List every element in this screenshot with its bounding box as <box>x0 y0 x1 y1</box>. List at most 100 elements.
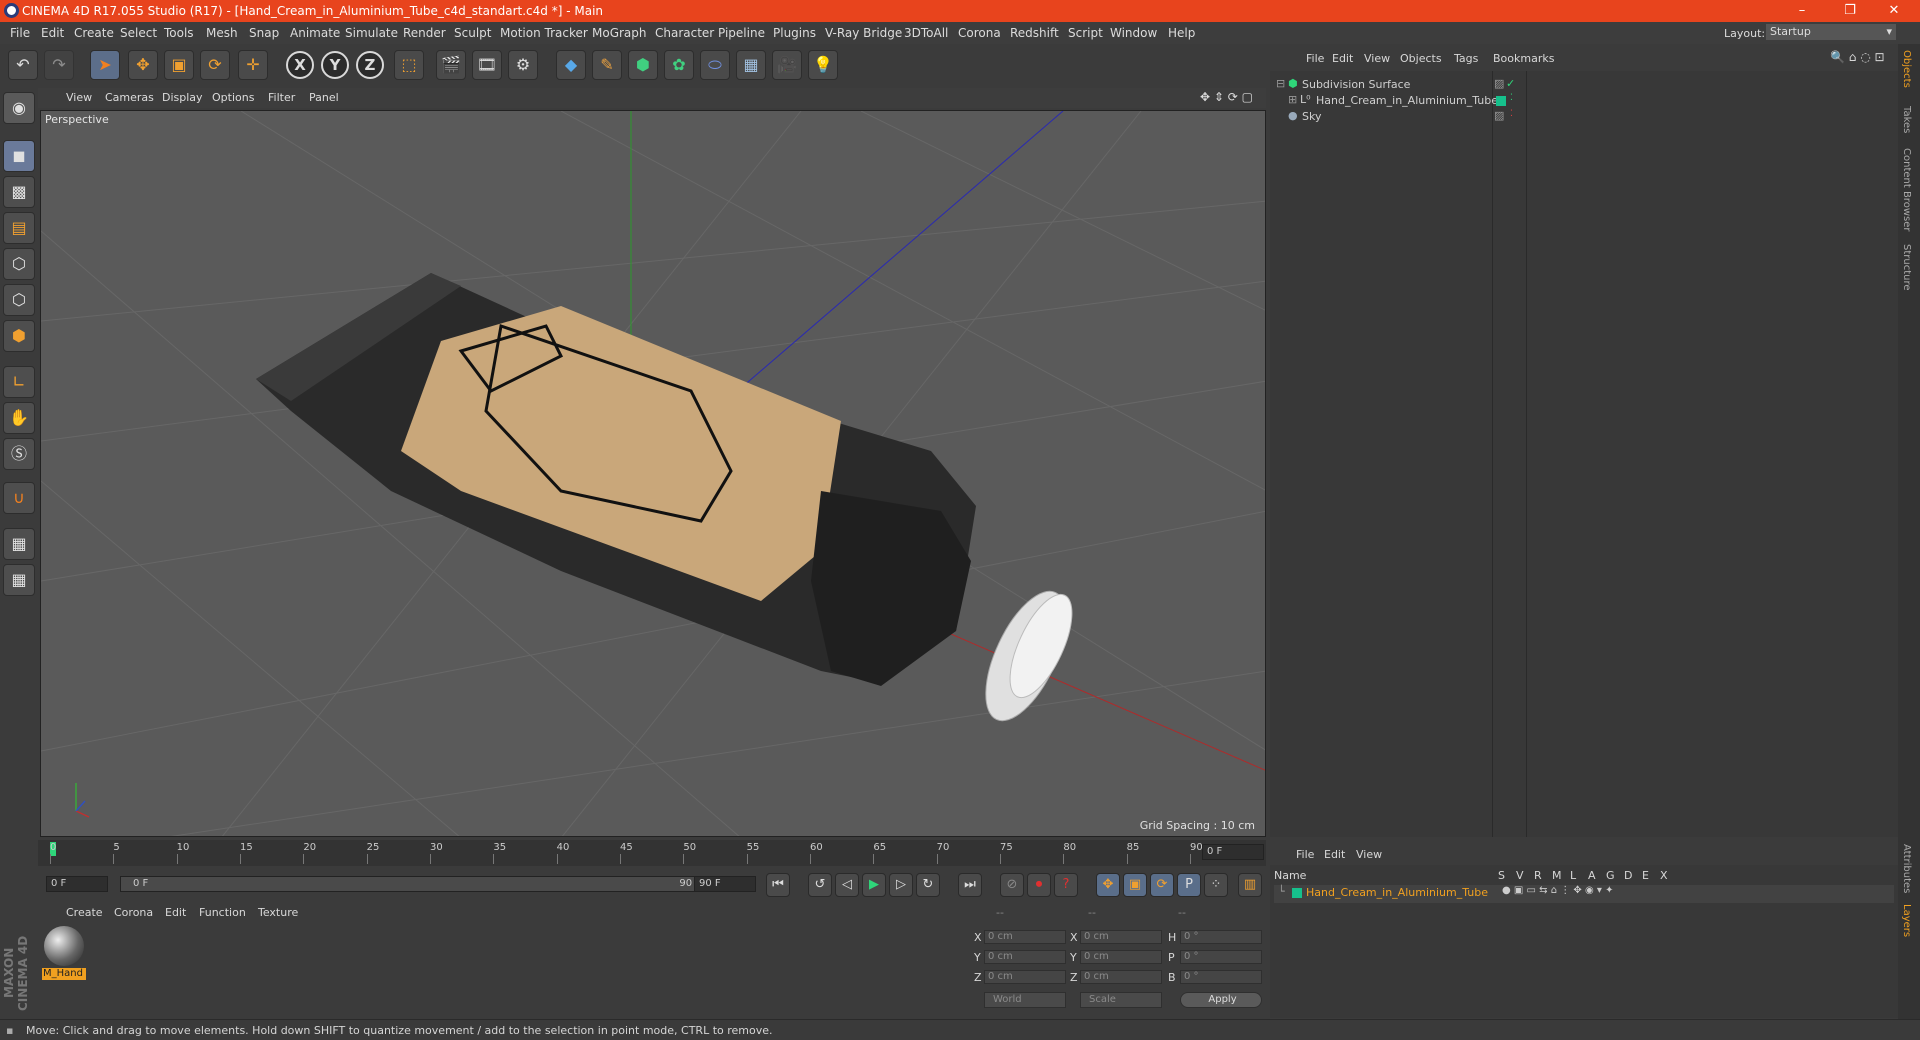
light-button[interactable]: 💡 <box>808 50 838 80</box>
menu-snap[interactable]: Snap <box>249 26 279 40</box>
menu-render[interactable]: Render <box>403 26 446 40</box>
solo-mode-button[interactable]: Ⓢ <box>3 438 35 470</box>
material-menu-create[interactable]: Create <box>66 906 103 919</box>
menu-create[interactable]: Create <box>74 26 114 40</box>
key-scale-button[interactable]: ▣ <box>1123 873 1147 897</box>
material-menu-function[interactable]: Function <box>199 906 246 919</box>
menu-mograph[interactable]: MoGraph <box>592 26 647 40</box>
previous-key-button[interactable]: ↺ <box>808 873 832 897</box>
camera-button[interactable]: 🎥 <box>772 50 802 80</box>
coordinate-system-button[interactable]: ⬚ <box>394 50 424 80</box>
coord-size-x-input[interactable]: 0 cm <box>1080 930 1162 944</box>
menu-character[interactable]: Character <box>655 26 714 40</box>
object-menu-view[interactable]: View <box>1364 52 1390 65</box>
coord-rot-h-input[interactable]: 0 ° <box>1180 930 1262 944</box>
perspective-viewport[interactable]: Perspective Grid Spacing : 10 cm <box>40 110 1266 837</box>
material-menu-texture[interactable]: Texture <box>258 906 298 919</box>
viewport-nav-icons[interactable]: ✥ ⇕ ⟳ ▢ <box>1200 90 1253 104</box>
menu-corona[interactable]: Corona <box>958 26 1001 40</box>
tab-content-browser[interactable]: Content Browser <box>1901 148 1912 231</box>
object-manager-tools-icons[interactable]: 🔍 ⌂ ◌ ⊡ <box>1830 50 1885 64</box>
tab-structure[interactable]: Structure <box>1901 244 1912 291</box>
rotate-tool-button[interactable]: ⟳ <box>200 50 230 80</box>
layer-menu-view[interactable]: View <box>1356 848 1382 861</box>
viewport-menu-cameras[interactable]: Cameras <box>105 91 154 104</box>
workplane-lock-button[interactable]: ▦ <box>3 528 35 560</box>
coord-pos-y-input[interactable]: 0 cm <box>984 950 1066 964</box>
end-frame-field[interactable]: 90 F <box>694 876 756 892</box>
material-menu-corona[interactable]: Corona <box>114 906 153 919</box>
coord-rot-b-input[interactable]: 0 ° <box>1180 970 1262 984</box>
floor-button[interactable]: ▦ <box>736 50 766 80</box>
model-mode-button[interactable]: ◼ <box>3 140 35 172</box>
layer-row[interactable]: └ Hand_Cream_in_Aluminium_Tube ● ▣ ▭ ⇆ ⌂… <box>1274 885 1894 903</box>
edges-mode-button[interactable]: ⬡ <box>3 284 35 316</box>
coord-pos-x-input[interactable]: 0 cm <box>984 930 1066 944</box>
move-tool-button[interactable]: ✥ <box>128 50 158 80</box>
minimize-button[interactable]: – <box>1782 1 1822 21</box>
menu-redshift[interactable]: Redshift <box>1010 26 1059 40</box>
workplane-mode-button[interactable]: ▤ <box>3 212 35 244</box>
menu-sculpt[interactable]: Sculpt <box>454 26 491 40</box>
subdivision-surface-button[interactable]: ⬢ <box>628 50 658 80</box>
menu-window[interactable]: Window <box>1110 26 1157 40</box>
enabled-check-icon[interactable]: ✓ <box>1506 77 1515 90</box>
menu-simulate[interactable]: Simulate <box>345 26 398 40</box>
next-key-button[interactable]: ↻ <box>916 873 940 897</box>
go-to-end-button[interactable]: ⏭ <box>958 873 982 897</box>
polygons-mode-button[interactable]: ⬢ <box>3 320 35 352</box>
z-axis-lock-button[interactable]: Z <box>356 51 384 79</box>
tab-layers[interactable]: Layers <box>1901 904 1912 937</box>
menu-mesh[interactable]: Mesh <box>206 26 238 40</box>
viewport-menu-view[interactable]: View <box>66 91 92 104</box>
scale-tool-button[interactable]: ▣ <box>164 50 194 80</box>
layer-column-a[interactable]: A <box>1588 869 1596 882</box>
make-editable-button[interactable]: ◉ <box>3 92 35 124</box>
cube-object-button[interactable]: ◆ <box>556 50 586 80</box>
apply-button[interactable]: Apply <box>1180 992 1262 1008</box>
menu-script[interactable]: Script <box>1068 26 1103 40</box>
tab-objects[interactable]: Objects <box>1901 50 1912 88</box>
undo-button[interactable]: ↶ <box>8 50 38 80</box>
texture-mode-button[interactable]: ▩ <box>3 176 35 208</box>
tweak-mode-button[interactable]: ✋ <box>3 402 35 434</box>
menu-vray-bridge[interactable]: V-Ray Bridge <box>825 26 902 40</box>
object-menu-file[interactable]: File <box>1306 52 1324 65</box>
record-button[interactable]: ⏺ <box>1027 873 1051 897</box>
viewport-menu-filter[interactable]: Filter <box>268 91 295 104</box>
menu-help[interactable]: Help <box>1168 26 1195 40</box>
viewport-menu-options[interactable]: Options <box>212 91 254 104</box>
tab-takes[interactable]: Takes <box>1901 106 1912 133</box>
play-button[interactable]: ▶ <box>862 873 886 897</box>
menu-motion-tracker[interactable]: Motion Tracker <box>500 26 588 40</box>
object-menu-edit[interactable]: Edit <box>1332 52 1353 65</box>
object-menu-tags[interactable]: Tags <box>1454 52 1478 65</box>
select-tool-button[interactable]: ➤ <box>90 50 120 80</box>
timeline-ruler[interactable]: 0 5 10 15 20 25 30 35 40 45 50 55 60 65 70 75 80 85 90 0 F <box>38 840 1266 866</box>
menu-animate[interactable]: Animate <box>290 26 340 40</box>
autokey-disabled-button[interactable]: ⊘ <box>1000 873 1024 897</box>
menu-select[interactable]: Select <box>120 26 157 40</box>
layer-flags-icons[interactable]: ● ▣ ▭ ⇆ ⌂ ⋮ ✥ ◉ ▾ ✦ <box>1502 885 1613 896</box>
previous-frame-button[interactable]: ◁ <box>835 873 859 897</box>
layout-select[interactable]: Startup ▾ <box>1766 24 1896 40</box>
next-frame-button[interactable]: ▷ <box>889 873 913 897</box>
object-row-sky[interactable]: ● Sky ▨ ⁚ <box>1274 109 1894 127</box>
current-frame-field[interactable]: 0 F <box>1202 844 1264 860</box>
viewport-menu-display[interactable]: Display <box>162 91 203 104</box>
key-parameter-button[interactable]: P <box>1177 873 1201 897</box>
coord-rot-p-input[interactable]: 0 ° <box>1180 950 1262 964</box>
x-axis-lock-button[interactable]: X <box>286 51 314 79</box>
render-view-button[interactable]: 🎬 <box>436 50 466 80</box>
preview-range-slider[interactable]: 0 F 90 F <box>120 876 720 892</box>
menu-3dtoall[interactable]: 3DToAll <box>904 26 948 40</box>
timeline-button[interactable]: ▥ <box>1238 873 1262 897</box>
layer-column-d[interactable]: D <box>1624 869 1632 882</box>
coord-size-z-input[interactable]: 0 cm <box>1080 970 1162 984</box>
material-menu-edit[interactable]: Edit <box>165 906 186 919</box>
render-picture-viewer-button[interactable]: 🎞 <box>472 50 502 80</box>
layer-column-m[interactable]: M <box>1552 869 1562 882</box>
layer-column-g[interactable]: G <box>1606 869 1615 882</box>
layer-menu-edit[interactable]: Edit <box>1324 848 1345 861</box>
redo-button[interactable]: ↷ <box>44 50 74 80</box>
